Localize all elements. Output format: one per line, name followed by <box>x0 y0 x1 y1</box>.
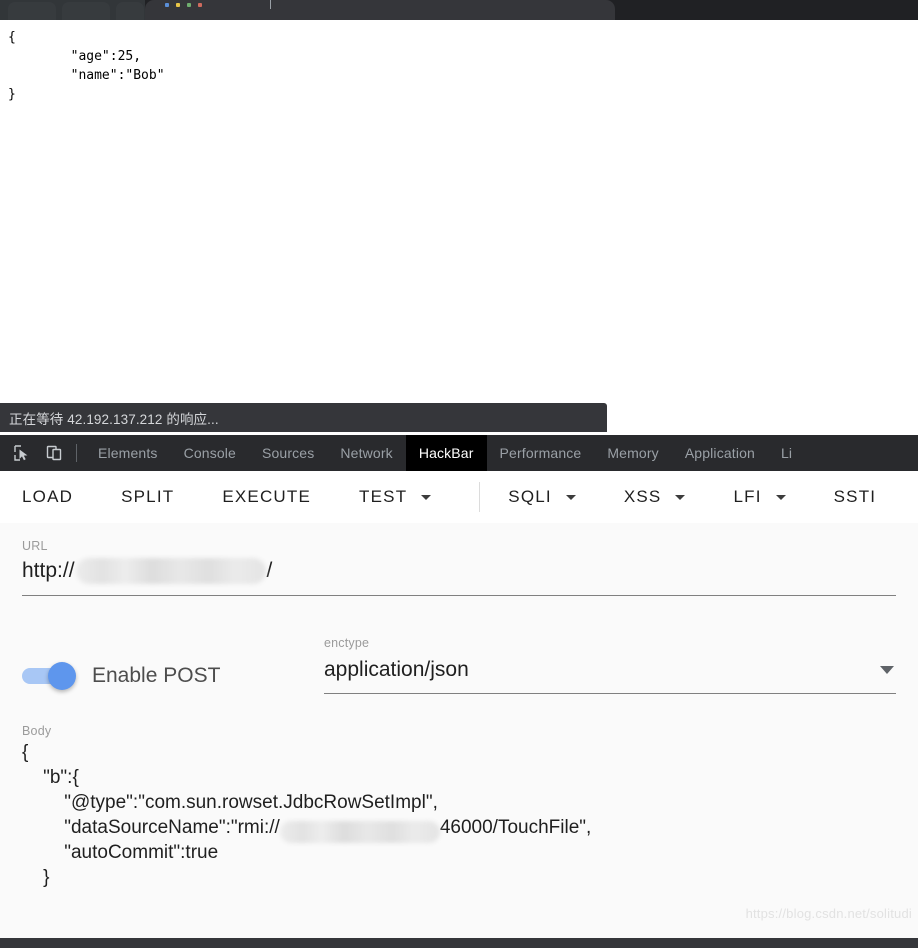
enctype-field-group: enctype application/json <box>324 636 896 694</box>
tab-hackbar[interactable]: HackBar <box>405 435 487 471</box>
test-button-label: TEST <box>359 487 408 506</box>
sqli-button-label: SQLI <box>508 487 552 506</box>
tab-performance[interactable]: Performance <box>487 435 595 471</box>
body-line-autocommit: "autoCommit":true <box>22 842 219 863</box>
url-input[interactable]: http:// / <box>22 553 896 589</box>
url-label: URL <box>22 539 48 553</box>
favicon-pixel <box>187 2 191 7</box>
status-bar: 正在等待 42.192.137.212 的响应... <box>0 403 607 432</box>
devtools-panel: Elements Console Sources Network HackBar… <box>0 435 918 948</box>
chevron-down-icon <box>675 494 686 500</box>
enctype-label: enctype <box>324 636 370 650</box>
hackbar-panel: LOAD SPLIT EXECUTE TEST SQLI XSS LFI SST… <box>0 471 918 948</box>
url-redacted-region <box>75 558 266 584</box>
page-viewport: { "age":25, "name":"Bob" } <box>0 20 918 435</box>
enable-post-toggle[interactable]: Enable POST <box>22 662 324 694</box>
browser-tab-strip <box>0 0 918 20</box>
body-label: Body <box>22 724 52 738</box>
body-line-b: "b":{ <box>22 767 79 788</box>
chevron-down-icon <box>565 494 576 500</box>
device-toolbar-icon[interactable] <box>38 435 70 471</box>
toolbar-divider <box>479 482 481 512</box>
inspect-element-icon[interactable] <box>6 435 38 471</box>
tab-memory[interactable]: Memory <box>594 435 671 471</box>
background-tab-2[interactable] <box>62 2 110 20</box>
enable-post-label: Enable POST <box>92 664 221 687</box>
enctype-select-underline <box>324 693 896 694</box>
xss-button-label: XSS <box>623 487 662 506</box>
test-menu-button[interactable]: TEST <box>359 481 432 513</box>
toggle-knob <box>48 662 76 690</box>
split-button-label: SPLIT <box>121 487 175 506</box>
body-textarea[interactable]: { "b":{ "@type":"com.sun.rowset.JdbcRowS… <box>22 740 896 890</box>
hackbar-toolbar: LOAD SPLIT EXECUTE TEST SQLI XSS LFI SST… <box>0 471 918 523</box>
bottom-bar <box>0 938 918 948</box>
background-tab-1[interactable] <box>8 2 56 20</box>
body-line-close-inner: } <box>22 867 50 888</box>
chevron-down-icon <box>775 494 786 500</box>
ssti-button-label: SSTI <box>833 487 877 506</box>
enctype-select[interactable]: application/json <box>324 653 896 687</box>
ssti-menu-button[interactable]: SSTI <box>834 481 877 513</box>
hackbar-form: URL http:// / Enable POST enctype applica… <box>0 523 918 890</box>
status-bar-text: 正在等待 42.192.137.212 的响应... <box>9 411 219 427</box>
url-prefix-text: http:// <box>22 559 75 582</box>
load-button[interactable]: LOAD <box>22 481 73 513</box>
tab-application[interactable]: Application <box>672 435 768 471</box>
sqli-menu-button[interactable]: SQLI <box>508 481 576 513</box>
chevron-down-icon <box>880 666 894 674</box>
load-button-label: LOAD <box>22 487 74 506</box>
tab-elements[interactable]: Elements <box>85 435 171 471</box>
tab-sources[interactable]: Sources <box>249 435 327 471</box>
json-response-body: { "age":25, "name":"Bob" } <box>8 30 165 102</box>
execute-button-label: EXECUTE <box>222 487 312 506</box>
body-line-open: { <box>22 742 29 763</box>
favicon-pixel <box>165 2 169 7</box>
tabbar-divider <box>76 444 77 462</box>
lfi-button-label: LFI <box>733 487 762 506</box>
tab-console[interactable]: Console <box>171 435 249 471</box>
toggle-switch-icon[interactable] <box>22 662 78 690</box>
tab-separator-icon <box>270 0 271 9</box>
enctype-selected-value: application/json <box>324 658 469 681</box>
body-line-type: "@type":"com.sun.rowset.JdbcRowSetImpl", <box>22 792 438 813</box>
watermark-text: https://blog.csdn.net/solitudi <box>745 906 912 921</box>
execute-button[interactable]: EXECUTE <box>222 481 311 513</box>
tab-lighthouse[interactable]: Li <box>768 435 805 471</box>
body-field-group: Body { "b":{ "@type":"com.sun.rowset.Jdb… <box>22 724 896 890</box>
split-button[interactable]: SPLIT <box>121 481 174 513</box>
url-suffix-text: / <box>266 559 273 582</box>
body-line-datasource-suffix: 46000/TouchFile", <box>439 817 592 838</box>
post-options-row: Enable POST enctype application/json <box>22 636 896 694</box>
background-tab-3[interactable] <box>116 2 144 20</box>
body-redacted-region <box>279 820 440 843</box>
tab-network[interactable]: Network <box>327 435 405 471</box>
favicon-icon <box>165 2 255 7</box>
body-line-datasource-prefix: "dataSourceName":"rmi:// <box>22 817 280 838</box>
favicon-pixel <box>198 2 202 7</box>
url-field-group: URL http:// / <box>22 523 896 596</box>
lfi-menu-button[interactable]: LFI <box>733 481 786 513</box>
xss-menu-button[interactable]: XSS <box>624 481 686 513</box>
devtools-tab-bar: Elements Console Sources Network HackBar… <box>0 435 918 471</box>
favicon-pixel <box>176 2 180 7</box>
url-input-underline <box>22 595 896 596</box>
chevron-down-icon <box>421 494 432 500</box>
